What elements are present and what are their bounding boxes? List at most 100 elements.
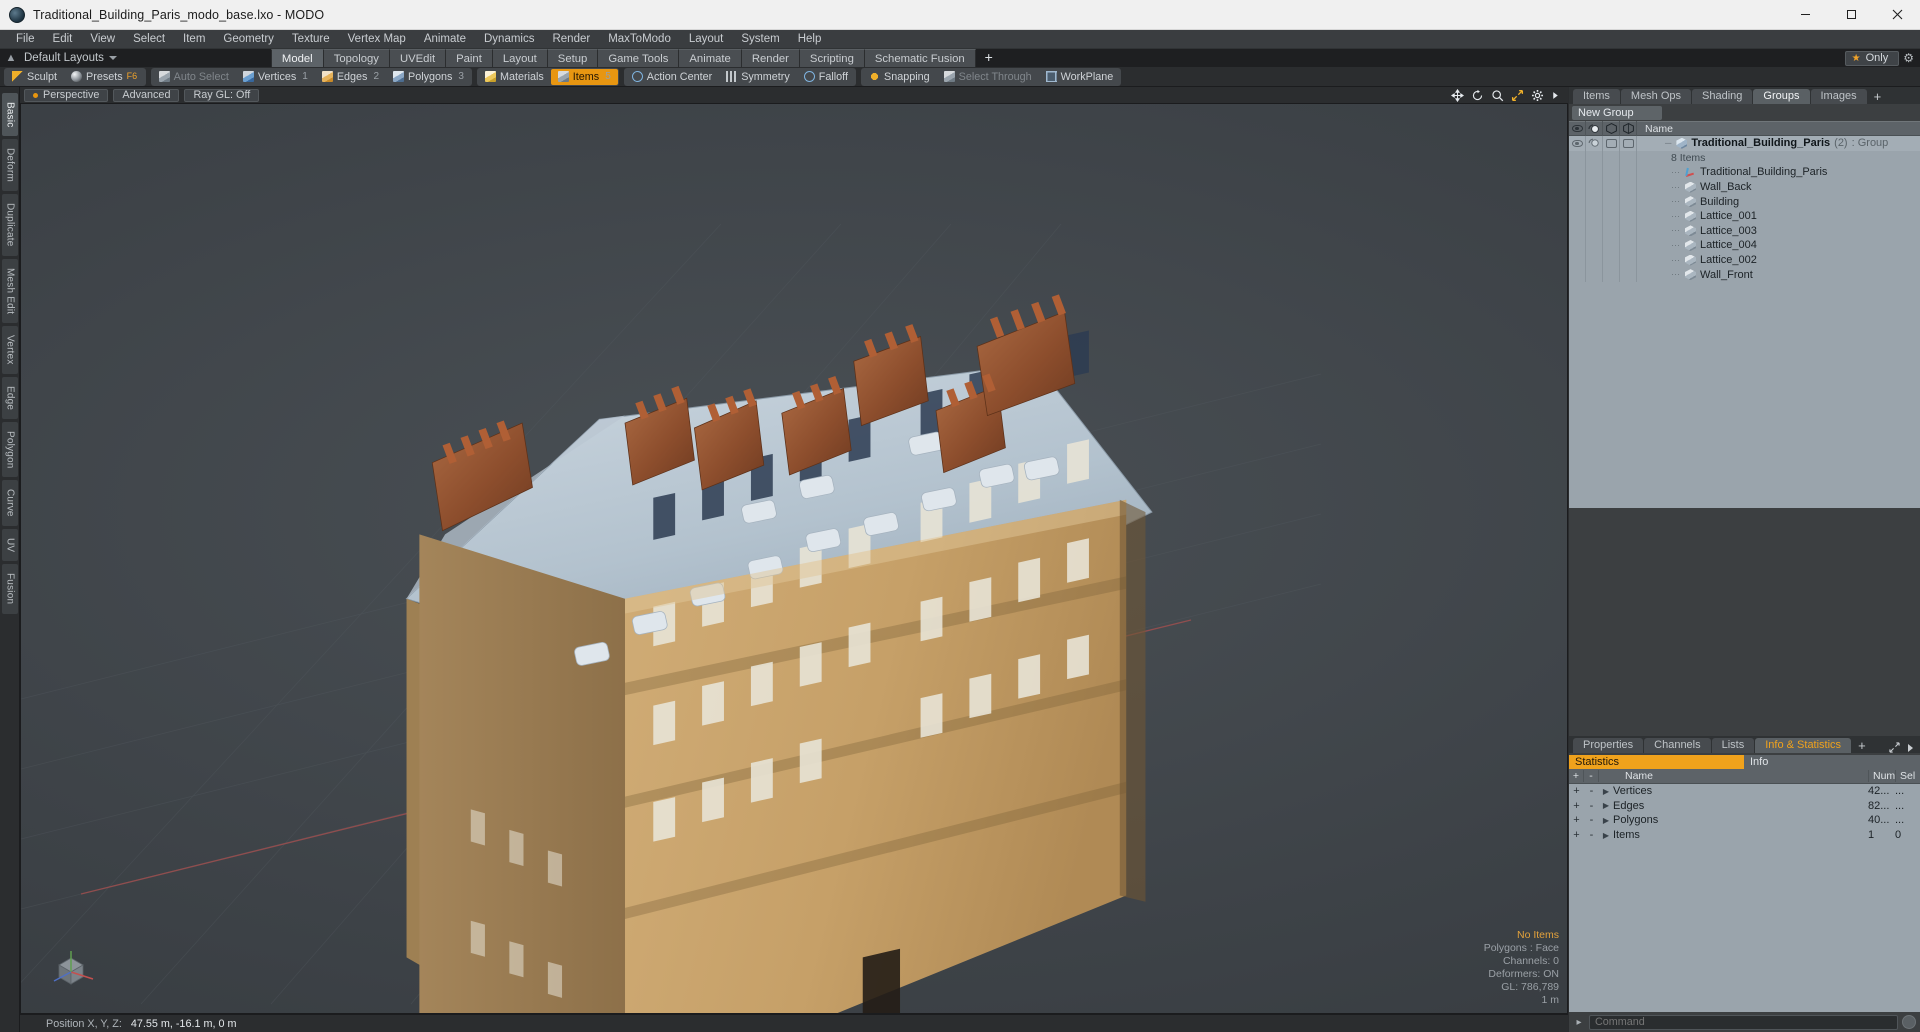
snapping-button[interactable]: Snapping bbox=[862, 69, 937, 85]
row-render-toggle[interactable] bbox=[1586, 136, 1603, 151]
rail-tab-duplicate[interactable]: Duplicate bbox=[1, 194, 18, 256]
record-icon[interactable] bbox=[1902, 1015, 1916, 1029]
presets-button[interactable]: Presets F6 bbox=[64, 69, 145, 85]
rail-tab-basic[interactable]: Basic bbox=[1, 93, 18, 137]
menu-vertex-map[interactable]: Vertex Map bbox=[339, 30, 415, 49]
table-row[interactable]: + - ▶ Vertices 42... ... bbox=[1569, 784, 1920, 799]
add-layout-tab-button[interactable]: + bbox=[975, 49, 1002, 67]
tab-scripting[interactable]: Scripting bbox=[799, 49, 865, 67]
tab-paint[interactable]: Paint bbox=[446, 49, 493, 67]
expand-icon[interactable] bbox=[1889, 742, 1900, 753]
tab-groups[interactable]: Groups bbox=[1753, 89, 1810, 104]
tab-mesh-ops[interactable]: Mesh Ops bbox=[1620, 89, 1692, 104]
statistics-table[interactable]: + - ▶ Vertices 42... ... + - ▶ Edges 82.… bbox=[1569, 784, 1920, 1012]
tab-layout[interactable]: Layout bbox=[492, 49, 548, 67]
tab-properties[interactable]: Properties bbox=[1573, 738, 1644, 753]
list-item[interactable]: ⋯ Wall_Front bbox=[1569, 267, 1920, 282]
falloff-button[interactable]: Falloff bbox=[797, 69, 855, 85]
rail-tab-mesh-edit[interactable]: Mesh Edit bbox=[1, 258, 18, 324]
workplane-button[interactable]: WorkPlane bbox=[1039, 69, 1121, 85]
mesh-icon[interactable] bbox=[1603, 121, 1620, 136]
list-item[interactable]: ⋯ Lattice_002 bbox=[1569, 252, 1920, 268]
stat-remove-button[interactable]: - bbox=[1584, 785, 1599, 797]
tab-info-statistics[interactable]: Info & Statistics bbox=[1755, 738, 1852, 753]
select-through-button[interactable]: Select Through bbox=[937, 69, 1039, 85]
tree-expander[interactable]: ─ bbox=[1665, 138, 1672, 148]
table-row[interactable]: + - ▶ Edges 82... ... bbox=[1569, 799, 1920, 814]
list-item[interactable]: ⋯ Lattice_001 bbox=[1569, 208, 1920, 224]
sculpt-button[interactable]: Sculpt bbox=[5, 69, 64, 85]
list-item[interactable]: ⋯ Lattice_003 bbox=[1569, 223, 1920, 239]
rail-tab-curve[interactable]: Curve bbox=[1, 480, 18, 527]
menu-render[interactable]: Render bbox=[543, 30, 599, 49]
info-tab[interactable]: Info bbox=[1744, 755, 1920, 769]
tab-topology[interactable]: Topology bbox=[323, 49, 390, 67]
rail-tab-edge[interactable]: Edge bbox=[1, 376, 18, 419]
stat-remove-button[interactable]: - bbox=[1584, 800, 1599, 812]
axis-gizmo[interactable] bbox=[51, 945, 97, 991]
menu-view[interactable]: View bbox=[81, 30, 124, 49]
menu-dynamics[interactable]: Dynamics bbox=[475, 30, 543, 49]
add-bottom-tab-button[interactable]: + bbox=[1852, 738, 1872, 753]
deform-icon[interactable] bbox=[1620, 121, 1637, 136]
tab-uvedit[interactable]: UVEdit bbox=[389, 49, 447, 67]
rail-tab-polygon[interactable]: Polygon bbox=[1, 421, 18, 478]
tab-images[interactable]: Images bbox=[1810, 89, 1867, 104]
vertices-button[interactable]: Vertices 1 bbox=[236, 69, 315, 85]
table-row[interactable]: ─ Traditional_Building_Paris (2) : Group bbox=[1569, 136, 1920, 151]
tab-schematic-fusion[interactable]: Schematic Fusion bbox=[864, 49, 976, 67]
new-group-button[interactable]: New Group bbox=[1572, 106, 1662, 120]
materials-button[interactable]: Materials bbox=[478, 69, 551, 85]
menu-select[interactable]: Select bbox=[124, 30, 174, 49]
row-visibility-toggle[interactable] bbox=[1569, 136, 1586, 151]
rail-tab-deform[interactable]: Deform bbox=[1, 139, 18, 192]
tab-channels[interactable]: Channels bbox=[1644, 738, 1711, 753]
viewport-tab-raygl[interactable]: Ray GL: Off bbox=[184, 88, 260, 102]
row-mesh-toggle[interactable] bbox=[1603, 136, 1620, 151]
menu-system[interactable]: System bbox=[732, 30, 788, 49]
menu-help[interactable]: Help bbox=[789, 30, 831, 49]
symmetry-button[interactable]: Symmetry bbox=[719, 69, 797, 85]
render-icon[interactable] bbox=[1586, 121, 1603, 136]
stat-add-button[interactable]: + bbox=[1569, 814, 1584, 826]
menu-item[interactable]: Item bbox=[174, 30, 214, 49]
list-item[interactable]: ⋯ Building bbox=[1569, 194, 1920, 209]
maximize-button[interactable] bbox=[1828, 0, 1874, 30]
tab-render[interactable]: Render bbox=[741, 49, 800, 67]
stat-remove-button[interactable]: - bbox=[1584, 814, 1599, 826]
viewport-tab-perspective[interactable]: Perspective bbox=[24, 88, 109, 102]
edges-button[interactable]: Edges 2 bbox=[315, 69, 386, 85]
table-row[interactable]: + - ▶ Polygons 40... ... bbox=[1569, 813, 1920, 828]
list-item[interactable]: ⋯ Traditional_Building_Paris bbox=[1569, 165, 1920, 180]
rail-tab-uv[interactable]: UV bbox=[1, 529, 18, 562]
zoom-icon[interactable] bbox=[1491, 89, 1504, 102]
rail-tab-fusion[interactable]: Fusion bbox=[1, 564, 18, 614]
play-icon[interactable] bbox=[1551, 89, 1560, 102]
stat-remove-button[interactable]: - bbox=[1584, 829, 1599, 841]
tab-game-tools[interactable]: Game Tools bbox=[598, 49, 680, 67]
menu-texture[interactable]: Texture bbox=[283, 30, 339, 49]
stat-add-button[interactable]: + bbox=[1569, 785, 1584, 797]
stat-add-button[interactable]: + bbox=[1569, 800, 1584, 812]
chevron-right-icon[interactable]: ▶ bbox=[1599, 831, 1613, 840]
chevron-right-icon[interactable]: ▶ bbox=[1599, 816, 1613, 825]
viewport-tab-advanced[interactable]: Advanced bbox=[113, 88, 180, 102]
table-row[interactable]: + - ▶ Items 1 0 bbox=[1569, 828, 1920, 843]
auto-select-button[interactable]: Auto Select bbox=[152, 69, 236, 85]
items-button[interactable]: Items 5 bbox=[550, 68, 618, 85]
menu-geometry[interactable]: Geometry bbox=[214, 30, 283, 49]
menu-maxtomodo[interactable]: MaxToModo bbox=[599, 30, 680, 49]
add-panel-tab-button[interactable]: + bbox=[1868, 89, 1888, 104]
gear-icon[interactable] bbox=[1531, 89, 1544, 102]
rail-tab-vertex[interactable]: Vertex bbox=[1, 326, 18, 374]
command-input[interactable] bbox=[1589, 1014, 1898, 1030]
menu-file[interactable]: File bbox=[7, 30, 44, 49]
tab-shading[interactable]: Shading bbox=[1692, 89, 1753, 104]
menu-edit[interactable]: Edit bbox=[44, 30, 82, 49]
tab-model[interactable]: Model bbox=[270, 49, 324, 67]
move-icon[interactable] bbox=[1451, 88, 1464, 102]
list-item[interactable]: ⋯ Wall_Back bbox=[1569, 179, 1920, 195]
menu-animate[interactable]: Animate bbox=[415, 30, 475, 49]
building-model[interactable] bbox=[21, 104, 1567, 1013]
home-icon[interactable]: ▲ bbox=[0, 52, 22, 64]
